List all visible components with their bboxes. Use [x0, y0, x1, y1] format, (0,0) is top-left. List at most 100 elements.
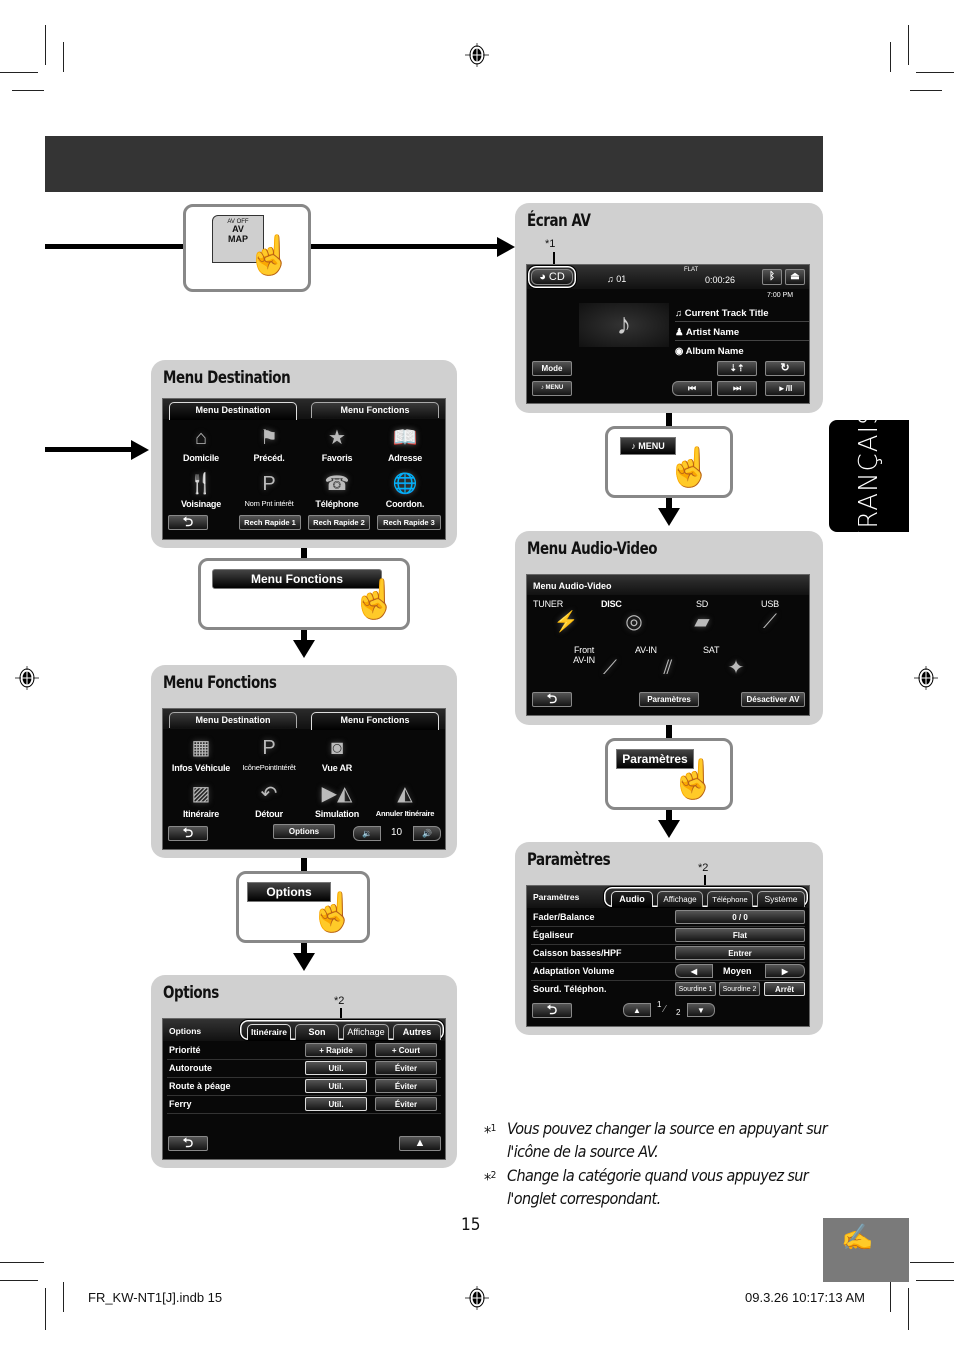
option-b-button[interactable]: Éviter — [375, 1097, 437, 1111]
setting-row: Caisson basses/HPF Entrer — [531, 945, 805, 963]
source-sat[interactable]: SAT ✦ — [703, 645, 769, 689]
option-b-button[interactable]: Éviter — [375, 1061, 437, 1075]
menu-button[interactable]: ♪ MENU — [532, 381, 572, 396]
source-cd-button[interactable]: ◕ CD — [531, 269, 573, 285]
source-front-av-in[interactable]: Front AV-IN ⟋ — [567, 645, 633, 689]
dest-item-domicile[interactable]: ⌂ Domicile — [168, 425, 234, 469]
func-item-itineraire[interactable]: ▨ Itinéraire — [168, 781, 234, 825]
func-item-vue-ar[interactable]: ◙ Vue AR — [304, 735, 370, 779]
tab-affichage[interactable]: Affichage — [343, 1024, 389, 1040]
annotation-line — [704, 875, 706, 885]
quick-search-1-button[interactable]: Rech Rapide 1 — [239, 515, 301, 530]
crop-mark — [45, 1288, 46, 1330]
mute-off-button[interactable]: Arrêt — [764, 982, 805, 996]
option-a-button[interactable]: Util. — [305, 1061, 367, 1075]
dest-item-favoris[interactable]: ★ Favoris — [304, 425, 370, 469]
volume-up-button[interactable]: 🔊 — [413, 826, 441, 841]
option-a-button[interactable]: + Rapide — [305, 1043, 367, 1057]
func-item-poi-icon[interactable]: P IcônePointIntérêt — [236, 735, 302, 779]
back-button[interactable]: ⮌ — [532, 1003, 572, 1018]
option-b-button[interactable]: + Court — [375, 1043, 437, 1057]
source-sd[interactable]: SD ▰ — [669, 599, 735, 643]
footer-timestamp: 09.3.26 10:17:13 AM — [745, 1290, 865, 1305]
option-a-button[interactable]: Util. — [305, 1097, 367, 1111]
music-note-icon: ♪ — [631, 441, 636, 451]
flow-line — [301, 858, 307, 872]
back-button[interactable]: ⮌ — [168, 515, 208, 530]
mode-button[interactable]: Mode — [532, 361, 572, 376]
mute1-button[interactable]: Sourdine 1 — [675, 982, 716, 996]
source-disc[interactable]: DISC ◎ — [601, 599, 667, 643]
tower-icon: ⚡ — [553, 611, 579, 633]
decrease-button[interactable]: ◀ — [675, 964, 713, 978]
repeat-button[interactable]: ↻ — [765, 361, 805, 376]
func-item-annuler-itineraire[interactable]: ◭ Annuler Itinéraire — [372, 781, 438, 825]
tab-audio[interactable]: Audio — [611, 891, 653, 907]
shuffle-button[interactable]: ⇣⇡ — [717, 361, 757, 376]
mute2-button[interactable]: Sourdine 2 — [719, 982, 760, 996]
back-button[interactable]: ⮌ — [168, 1136, 208, 1151]
source-av-in[interactable]: AV-IN ⫽ — [635, 645, 701, 689]
tab-affichage[interactable]: Affichage — [657, 891, 703, 907]
tab-itineraire[interactable]: Itinéraire — [247, 1024, 291, 1040]
page-up-button[interactable]: ▲ — [623, 1003, 651, 1017]
audio-video-screen: Menu Audio-Video TUNER ⚡ DISC ◎ SD ▰ USB ⟋ F… — [526, 574, 810, 716]
crop-mark — [916, 1280, 954, 1281]
quick-search-3-button[interactable]: Rech Rapide 3 — [377, 515, 441, 530]
source-label: SD — [695, 599, 709, 609]
eq-label: FLAT — [684, 267, 699, 273]
item-label: Détour — [255, 809, 283, 819]
source-usb[interactable]: USB ⟋ — [737, 599, 803, 643]
eject-button[interactable]: ⏏ — [785, 269, 805, 285]
tab-systeme[interactable]: Système — [757, 891, 805, 907]
setting-label: Sourd. Téléphon. — [533, 984, 607, 994]
dest-item-adresse[interactable]: 📖 Adresse — [372, 425, 438, 469]
speaker-icon: 🔉 — [362, 829, 372, 838]
fader-balance-button[interactable]: 0 / 0 — [675, 910, 805, 924]
bluetooth-button[interactable]: ᛒ — [762, 269, 782, 285]
settings-button[interactable]: Paramètres — [639, 692, 699, 707]
album-name: Album Name — [685, 346, 744, 357]
dest-item-preced[interactable]: ⚑ Précéd. — [236, 425, 302, 469]
navigation-arrow-button[interactable]: ▲ — [399, 1136, 441, 1151]
option-a-button[interactable]: Util. — [305, 1079, 367, 1093]
func-item-detour[interactable]: ↶ Détour — [236, 781, 302, 825]
tab-telephone[interactable]: Téléphone — [707, 891, 753, 907]
tab-menu-fonctions[interactable]: Menu Fonctions — [311, 402, 439, 418]
subwoofer-enter-button[interactable]: Entrer — [675, 946, 805, 960]
previous-track-button[interactable]: ⏮ — [672, 381, 712, 396]
back-button[interactable]: ⮌ — [532, 692, 572, 707]
dest-item-voisinage[interactable]: 🍴 Voisinage — [168, 471, 234, 515]
func-item-infos-vehicule[interactable]: ▦ Infos Véhicule — [168, 735, 234, 779]
page-down-button[interactable]: ▼ — [687, 1003, 715, 1017]
tab-menu-destination[interactable]: Menu Destination — [169, 402, 297, 420]
tab-menu-fonctions[interactable]: Menu Fonctions — [311, 712, 439, 730]
increase-button[interactable]: ▶ — [765, 964, 805, 978]
option-b-button[interactable]: Éviter — [375, 1079, 437, 1093]
dest-item-nom-pnt[interactable]: P Nom Pnt intérêt — [236, 471, 302, 515]
item-label: Voisinage — [180, 499, 222, 509]
thumb-tab: ✍ — [823, 1218, 909, 1282]
quick-search-2-button[interactable]: Rech Rapide 2 — [308, 515, 370, 530]
options-button[interactable]: Options — [273, 824, 335, 839]
equalizer-button[interactable]: Flat — [675, 928, 805, 942]
dest-item-coordon[interactable]: 🌐 Coordon. — [372, 471, 438, 515]
elapsed-time: 0:00:26 — [705, 275, 736, 285]
tab-menu-destination[interactable]: Menu Destination — [169, 712, 297, 728]
play-pause-button[interactable]: ►/II — [765, 381, 805, 396]
tab-son[interactable]: Son — [295, 1024, 339, 1040]
options-press-callout: Options ☝ — [236, 871, 370, 943]
tab-autres[interactable]: Autres — [393, 1024, 441, 1040]
func-item-simulation[interactable]: ▶◭ Simulation — [304, 781, 370, 825]
back-button[interactable]: ⮌ — [168, 826, 208, 841]
panel-title: Menu Destination — [163, 368, 291, 388]
disable-av-button[interactable]: Désactiver AV — [741, 692, 805, 707]
footer-file: FR_KW-NT1[J].indb 15 — [88, 1290, 223, 1305]
next-track-button[interactable]: ⏭ — [717, 381, 757, 396]
volume-down-button[interactable]: 🔉 — [353, 826, 381, 841]
source-tuner[interactable]: TUNER ⚡ — [533, 599, 599, 643]
album-row: ◉ Album Name — [675, 346, 809, 357]
crop-mark — [0, 72, 38, 73]
detour-icon: ↶ — [260, 783, 278, 805]
dest-item-telephone[interactable]: ☎ Téléphone — [304, 471, 370, 515]
